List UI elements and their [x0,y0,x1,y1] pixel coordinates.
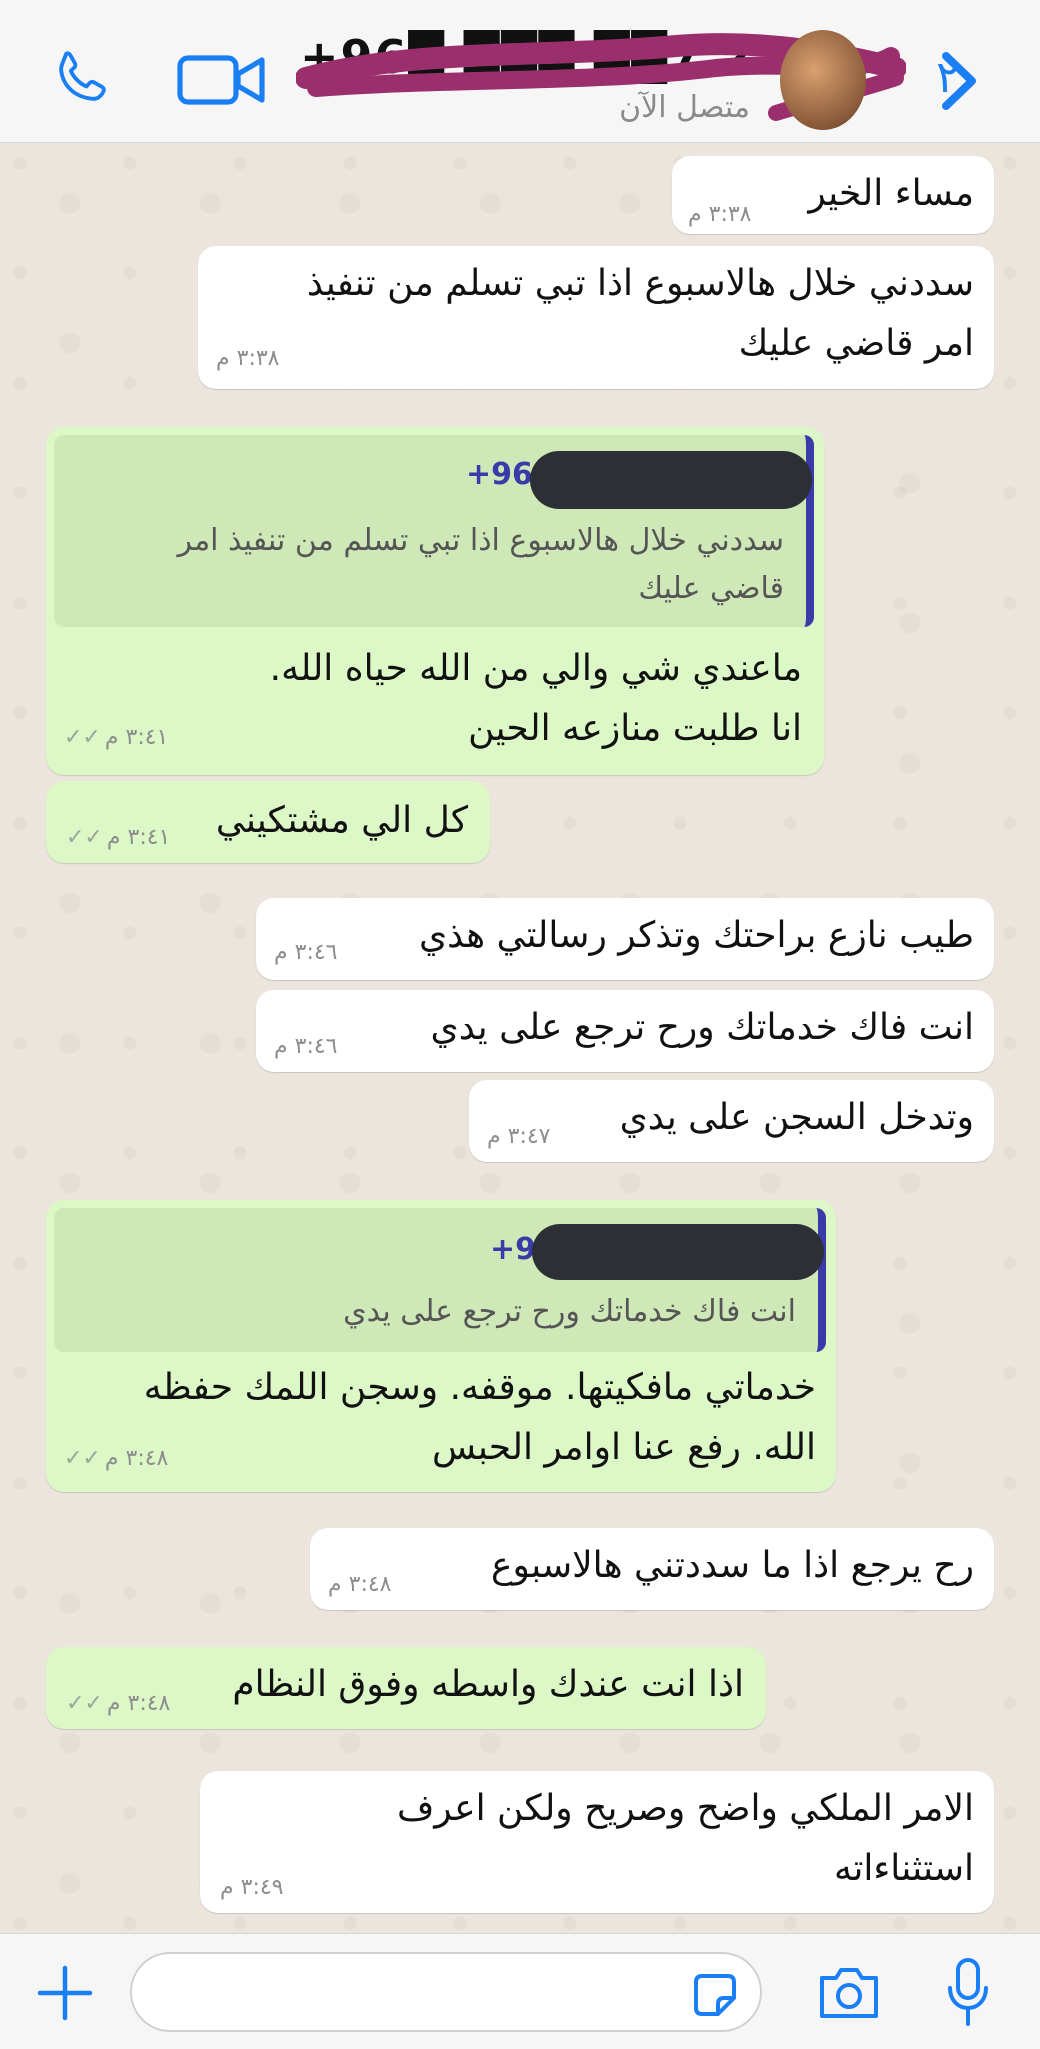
double-check-icon: ✓✓ [66,1691,109,1716]
message-time: ٣:٤١ م✓✓ [64,725,168,750]
chat-area[interactable]: مساء الخير ٣:٣٨ م سددني خلال هالاسبوع اذ… [0,143,1040,1933]
quote-sender: +96 [466,457,533,492]
message-time: ٣:٤٨ م✓✓ [66,1691,170,1716]
message-incoming[interactable]: طيب نازع براحتك وتذكر رسالتي هذي ٣:٤٦ م [256,898,994,980]
message-time: ٣:٤٦ م [274,940,338,965]
message-incoming[interactable]: مساء الخير ٣:٣٨ م [672,156,994,234]
message-text: وتدخل السجن على يدي [619,1097,974,1138]
message-incoming[interactable]: الامر الملكي واضح وصريح ولكن اعرف استثنا… [200,1771,994,1913]
message-text: رح يرجع اذا ما سددتني هالاسبوع [491,1545,974,1586]
message-text: مساء الخير [808,173,974,214]
quoted-message[interactable]: +96 سددني خلال هالاسبوع اذا تبي تسلم من … [54,435,814,627]
time-label: ٣:٤٨ م [106,1691,171,1716]
redaction-box [530,451,812,509]
message-incoming[interactable]: وتدخل السجن على يدي ٣:٤٧ م [469,1080,994,1162]
quote-text: سددني خلال هالاسبوع اذا تبي تسلم من تنفي… [177,523,784,606]
message-text: طيب نازع براحتك وتذكر رسالتي هذي [419,915,974,956]
message-time: ٣:٤٦ م [274,1034,338,1059]
message-time: ٣:٤١ م✓✓ [66,825,170,850]
double-check-icon: ✓✓ [64,1446,107,1471]
sticker-icon[interactable] [688,1968,742,2022]
message-time: ٣:٣٨ م [688,202,752,227]
quote-text: انت فاك خدماتك ورح ترجع على يدي [343,1294,796,1329]
quoted-message[interactable]: +9 انت فاك خدماتك ورح ترجع على يدي [54,1208,826,1352]
message-time: ٣:٤٨ م✓✓ [64,1446,168,1471]
quote-sender: +9 [490,1232,537,1267]
message-incoming[interactable]: رح يرجع اذا ما سددتني هالاسبوع ٣:٤٨ م [310,1528,994,1610]
message-incoming[interactable]: انت فاك خدماتك ورح ترجع على يدي ٣:٤٦ م [256,990,994,1072]
chat-header: +96█ ███ ██7 2207 متصل الآن ٢ [0,0,1040,143]
message-time: ٣:٣٨ م [216,346,280,371]
double-check-icon: ✓✓ [66,825,109,850]
message-outgoing[interactable]: +96 سددني خلال هالاسبوع اذا تبي تسلم من … [46,427,824,775]
message-outgoing[interactable]: اذا انت عندك واسطه وفوق النظام ٣:٤٨ م✓✓ [46,1647,766,1729]
composer-bar [0,1933,1040,2049]
message-text: الامر الملكي واضح وصريح ولكن اعرف استثنا… [396,1788,974,1889]
message-time: ٣:٤٨ م [328,1572,392,1597]
message-text: كل الي مشتكيني [215,800,468,841]
message-text: خدماتي مافكيتها. موقفه. وسجن اللمك حفظه … [143,1367,816,1468]
message-text: اذا انت عندك واسطه وفوق النظام [232,1664,744,1705]
message-outgoing[interactable]: +9 انت فاك خدماتك ورح ترجع على يدي خدمات… [46,1200,836,1492]
time-label: ٣:٤١ م [104,725,169,750]
phone-icon[interactable] [48,46,114,112]
message-text: ماعندي شي والي من الله حياه الله. انا طل… [269,648,802,749]
double-check-icon: ✓✓ [64,725,107,750]
message-time: ٣:٤٧ م [487,1124,551,1149]
camera-icon[interactable] [816,1962,882,2022]
message-incoming[interactable]: سددني خلال هالاسبوع اذا تبي تسلم من تنفي… [198,246,994,389]
message-text: انت فاك خدماتك ورح ترجع على يدي [430,1007,974,1048]
message-time: ٣:٤٩ م [220,1875,284,1900]
video-icon[interactable] [176,52,268,108]
message-input[interactable] [130,1952,762,2032]
message-text: سددني خلال هالاسبوع اذا تبي تسلم من تنفي… [306,263,974,364]
redaction-box [532,1224,824,1280]
message-outgoing[interactable]: كل الي مشتكيني ٣:٤١ م✓✓ [46,781,490,863]
mic-icon[interactable] [944,1956,992,2030]
avatar[interactable] [780,30,866,130]
contact-status: متصل الآن [619,90,750,125]
time-label: ٣:٤١ م [106,825,171,850]
plus-icon[interactable] [36,1964,94,2022]
time-label: ٣:٤٨ م [104,1446,169,1471]
back-chevron-icon[interactable] [936,50,982,112]
